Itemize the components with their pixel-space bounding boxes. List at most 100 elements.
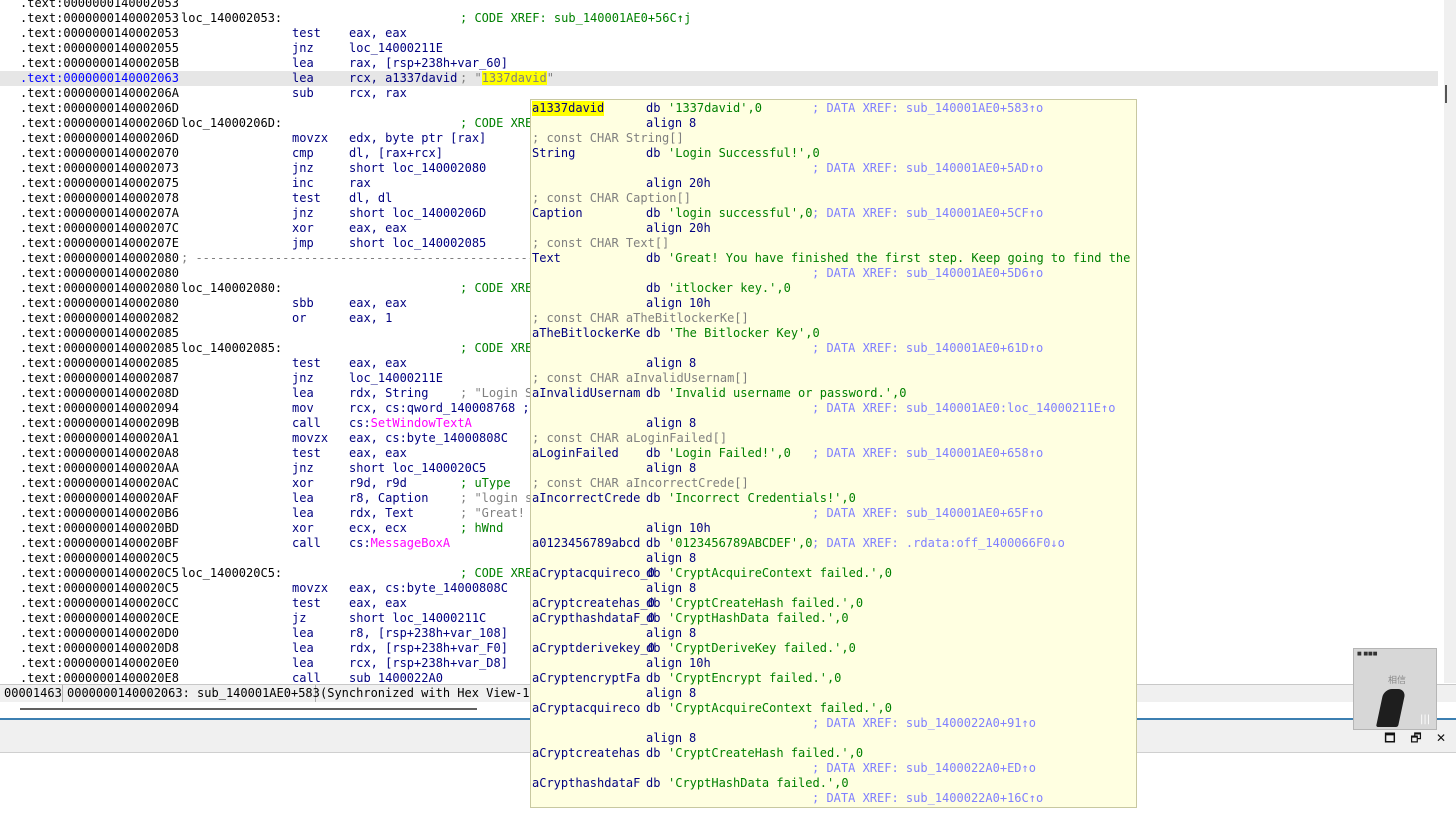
line-address: .text:0000000140002078 [20,191,179,205]
mnemonic: call [292,416,321,430]
directive-value: 'CryptAcquireContext failed.',0 [668,566,892,580]
listing-line[interactable]: .text:000000014000205B lea rax, [rsp+238h+… [0,56,1438,71]
directive: align [646,731,683,745]
directive-value: 'CryptAcquireContext failed.',0 [668,701,892,715]
hint-line: ; const CHAR Caption[] [531,191,1136,206]
hint-line: align 8 [531,686,1136,701]
mnemonic: mov [292,401,314,415]
directive: db [646,536,661,550]
listing-line-current[interactable]: .text:0000000140002063 lea rcx, a1337david… [0,71,1438,86]
operands: short loc_1400020C5 [349,461,487,475]
data-xref: ; DATA XREF: sub_1400022A0+ED↑o [812,761,1036,775]
line-address: .text:0000000140002055 [20,41,179,55]
hint-line: a0123456789abcd db '0123456789ABCDEF',0; D… [531,536,1136,551]
operands: short loc_14000211C [349,611,487,625]
operands: r9d, r9d [349,476,407,490]
directive: align [646,221,683,235]
line-address: .text:0000000140002075 [20,176,179,190]
hint-comment: ; const CHAR aLoginFailed[] [532,431,728,445]
mnemonic: cmp [292,146,314,160]
listing-line[interactable]: .text:0000000140002053 [0,0,1438,11]
symbol-name: aIncorrectCrede [532,491,641,505]
line-address: .text:00000001400020B6 [20,506,179,520]
hint-line: align 8 [531,731,1136,746]
directive: db [646,101,661,115]
symbol-name: aCryptacquireco_0 [532,566,655,580]
line-comment: ; hWnd [460,521,504,535]
close-icon[interactable]: ✕ [1433,730,1449,746]
taskbar-thumbnail-window[interactable]: ■ ■■■ 相信 ||| [1353,648,1437,730]
hint-line: align 10h [531,296,1136,311]
vertical-scrollbar-thumb[interactable] [1445,85,1447,103]
mnemonic: inc [292,176,314,190]
maximize-icon[interactable]: 🗖 [1382,730,1398,746]
code-label: loc_140002080: [181,281,283,295]
operands: edx, byte ptr [rax] [349,131,487,145]
mnemonic: movzx [292,581,329,595]
line-address: .text:000000014000207C [20,221,179,235]
operands: dl, [rax+rcx] [349,146,443,160]
listing-line[interactable]: .text:0000000140002053 loc_140002053: ; CO… [0,11,1438,26]
data-xref: ; DATA XREF: sub_140001AE0+61D↑o [812,341,1044,355]
operands: cs: [349,536,371,550]
directive-value: 8 [689,416,697,430]
hint-line: align 8 [531,116,1136,131]
directive-value: 8 [689,686,697,700]
directive-value: 'itlocker key.',0 [668,281,791,295]
listing-line[interactable]: .text:0000000140002053 test eax, eax [0,26,1438,41]
data-xref: ; DATA XREF: sub_140001AE0+658↑o [812,446,1044,460]
directive: db [646,671,661,685]
line-address: .text:00000001400020AF [20,491,179,505]
line-address: .text:000000014000209B [20,416,179,430]
mnemonic: sbb [292,296,314,310]
directive: align [646,521,683,535]
hint-line: align 10h [531,656,1136,671]
mnemonic: call [292,671,321,683]
directive-value: 20h [689,221,711,235]
directive: db [646,596,661,610]
symbol-name: aCryptderivekey_0 [532,641,655,655]
line-address: .text:0000000140002080 [20,296,179,310]
import-name: MessageBoxA [370,536,451,550]
hint-line: ; DATA XREF: sub_1400022A0+91↑o [531,716,1136,731]
hover-hint-popup: a1337david db '1337david',0 ; DATA XREF: su… [530,99,1137,808]
hint-line: aCryptencryptFa db 'CryptEncrypt failed.',… [531,671,1136,686]
line-address: .text:0000000140002070 [20,146,179,160]
operands: rdx, [rsp+238h+var_F0] [349,641,508,655]
code-label: loc_1400020C5: [181,566,283,580]
hint-line: ; DATA XREF: sub_1400022A0+16C↑o [531,791,1136,806]
mnemonic: or [292,311,307,325]
directive-value: 10h [689,296,711,310]
mnemonic: lea [292,656,314,670]
line-address: .text:0000000140002080 [20,281,179,295]
symbol-name: aInvalidUsernam [532,386,641,400]
hint-line: Text db 'Great! You have finished the firs… [531,251,1136,266]
code-label: loc_14000206D: [181,116,283,130]
restore-icon[interactable]: 🗗 [1408,730,1424,746]
hint-line: aCryptcreatehas db 'CryptCreateHash failed… [531,746,1136,761]
horizontal-scrollbar-thumb[interactable] [20,708,477,710]
hint-comment: ; const CHAR Text[] [532,236,670,250]
line-address: .text:00000001400020A8 [20,446,179,460]
line-address: .text:00000001400020D0 [20,626,179,640]
directive-value: 8 [689,461,697,475]
status-offset: 00001463 [0,685,63,702]
directive-value: 'CryptCreateHash failed.',0 [668,746,864,760]
hint-line: ; DATA XREF: sub_140001AE0+5D6↑o [531,266,1136,281]
directive-value: 'CryptCreateHash failed.',0 [668,596,864,610]
line-address: .text:00000001400020E0 [20,656,179,670]
line-comment: ; "login s [460,491,533,505]
hint-line: aCryptacquireco db 'CryptAcquireContext fa… [531,701,1136,716]
directive-value: 'The Bitlocker Key',0 [668,326,820,340]
mnemonic: jz [292,611,307,625]
line-address: .text:00000001400020C5 [20,551,179,565]
listing-line[interactable]: .text:0000000140002055 jnz loc_14000211E [0,41,1438,56]
operands: rcx, rax [349,86,407,100]
thumbnail-figure [1375,689,1407,727]
operands: eax, 1 [349,311,393,325]
symbol-name: a1337david [532,101,605,116]
mnemonic: lea [292,56,314,70]
data-xref: ; DATA XREF: sub_140001AE0:loc_14000211E… [812,401,1116,415]
line-comment: ; "Login S [460,386,533,400]
bars-icon: ||| [1420,714,1431,725]
